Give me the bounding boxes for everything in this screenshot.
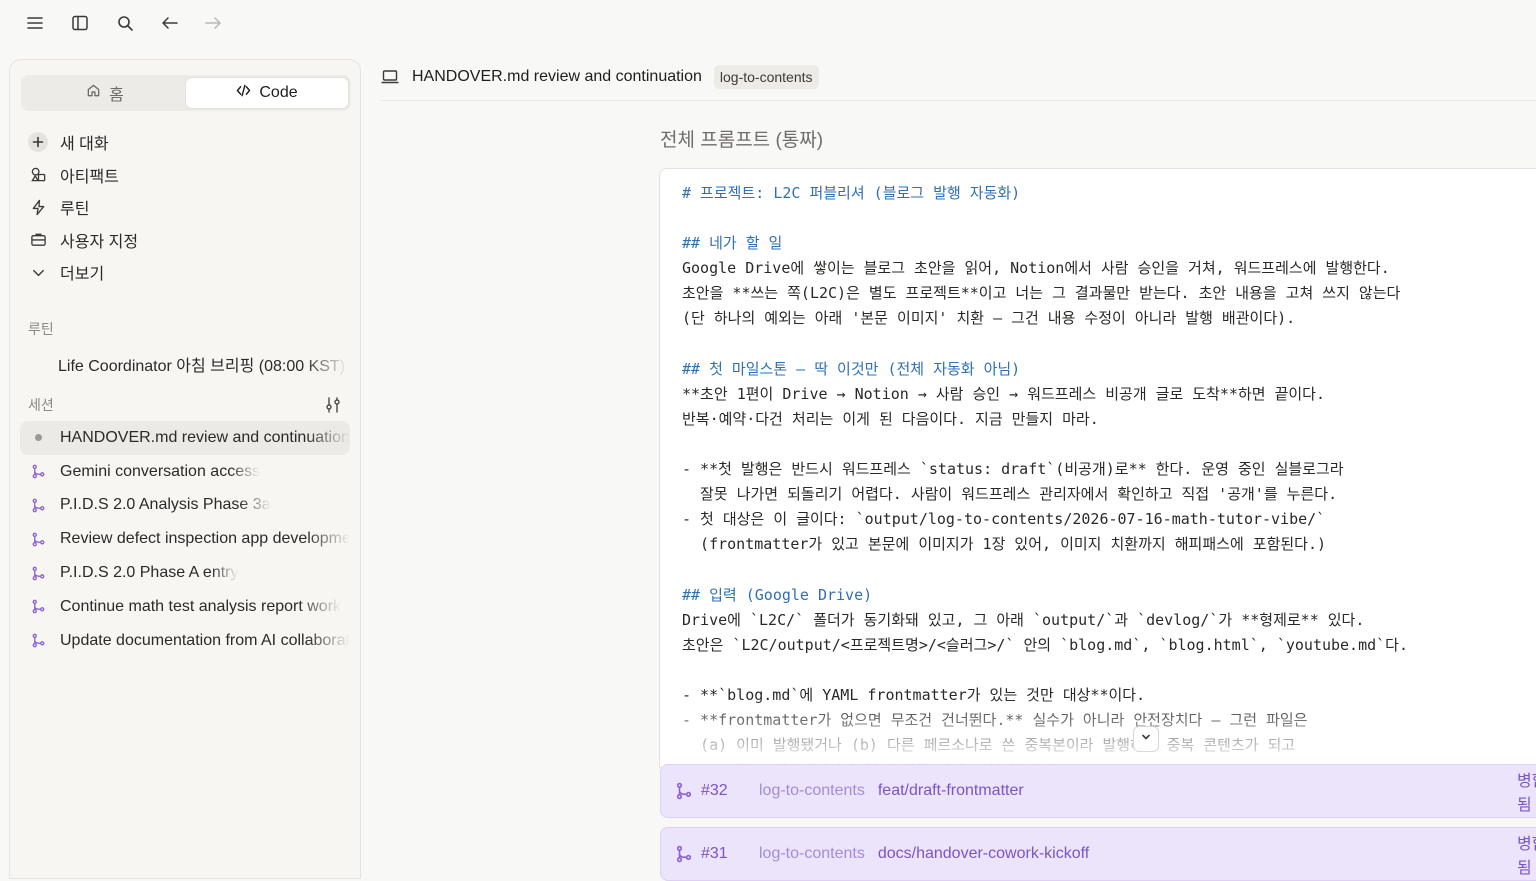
sidebar-toggle-icon[interactable]	[65, 8, 95, 38]
sidebar: 홈 Code 새 대화 아티팩트 루틴 사용자 지정 더보기 루틴 Life C…	[9, 59, 361, 879]
branch-icon	[30, 497, 46, 513]
scroll-fade	[660, 697, 1536, 767]
prompt-line	[682, 658, 1408, 683]
pr-number: #31	[701, 845, 728, 862]
session-list: HANDOVER.md review and continuation Gemi…	[20, 421, 350, 658]
code-icon	[236, 83, 251, 103]
prompt-heading-line: ## 입력 (Google Drive)	[682, 585, 873, 604]
mode-home-button[interactable]: 홈	[24, 78, 186, 108]
prompt-line: Google Drive에 쌓이는 블로그 초안을 읽어, Notion에서 사…	[682, 259, 1390, 278]
prompt-line: Drive에 `L2C/` 폴더가 동기화돼 있고, 그 아래 `output/…	[682, 610, 1365, 629]
prompt-heading: 전체 프롬프트 (통짜)	[660, 130, 824, 151]
session-header: HANDOVER.md review and continuation log-…	[380, 60, 819, 94]
session-item[interactable]: Update documentation from AI collaborati…	[20, 624, 350, 658]
mode-switch: 홈 Code	[21, 75, 351, 111]
briefcase-icon	[28, 230, 48, 250]
search-icon[interactable]	[110, 8, 140, 38]
prompt-code-block[interactable]: # 프로젝트: L2C 퍼블리셔 (블로그 발행 자동화) ## 네가 할 일 Go…	[659, 168, 1536, 768]
prompt-heading-line: # 프로젝트: L2C 퍼블리셔 (블로그 발행 자동화)	[682, 184, 1021, 202]
sidebar-item-routines[interactable]: 루틴	[24, 191, 348, 224]
session-title: P.I.D.S 2.0 Phase A entry	[60, 564, 239, 582]
prompt-heading-line: ## 첫 마일스톤 — 딱 이것만 (전체 자동화 아님)	[682, 359, 1021, 378]
session-item[interactable]: Continue math test analysis report work	[20, 590, 350, 624]
prompt-line: 초안을 **쓰는 쪽(L2C)은 별도 프로젝트**이고 너는 그 결과물만 받…	[682, 284, 1401, 303]
pull-request-card[interactable]: #31 log-to-contents docs/handover-cowork…	[660, 827, 1536, 881]
scroll-down-button[interactable]	[1133, 726, 1159, 752]
lightning-icon	[28, 197, 48, 217]
chevron-down-icon	[28, 262, 48, 282]
sidebar-item-label: 새 대화	[60, 136, 109, 154]
filter-icon[interactable]	[324, 396, 344, 416]
prompt-line: (단 하나의 예외는 아래 '본문 이미지' 치환 — 그건 내용 수정이 아니…	[682, 309, 1296, 328]
sessions-section-label: 세션	[28, 397, 54, 413]
sidebar-item-label: 사용자 지정	[60, 233, 139, 251]
branch-icon	[30, 599, 46, 615]
sidebar-item-customize[interactable]: 사용자 지정	[24, 224, 348, 257]
session-title: Continue math test analysis report work	[60, 597, 342, 615]
prompt-line	[682, 332, 1408, 357]
sidebar-nav: 새 대화 아티팩트 루틴 사용자 지정 더보기	[24, 126, 348, 289]
session-item[interactable]: P.I.D.S 2.0 Phase A entry	[20, 556, 350, 590]
mode-code-label: Code	[259, 84, 298, 101]
home-icon	[86, 83, 101, 103]
session-title: Gemini conversation access	[60, 462, 261, 480]
plus-icon	[28, 132, 48, 153]
sidebar-item-new-chat[interactable]: 새 대화	[24, 126, 348, 159]
pr-repo: log-to-contents	[759, 845, 865, 862]
branch-icon	[30, 464, 46, 480]
session-title: P.I.D.S 2.0 Analysis Phase 3a	[60, 496, 271, 514]
pr-branch: feat/draft-frontmatter	[877, 782, 1024, 799]
pr-branch: docs/handover-cowork-kickoff	[877, 845, 1090, 862]
sidebar-item-label: 더보기	[60, 266, 105, 284]
branch-icon	[30, 633, 46, 649]
menu-icon[interactable]	[20, 8, 50, 38]
routines-section-label: 루틴	[28, 321, 54, 337]
prompt-line: 반복·예약·다건 처리는 이게 된 다음이다. 지금 만들지 마라.	[682, 409, 1099, 428]
artifacts-icon	[28, 165, 48, 185]
repo-badge[interactable]: log-to-contents	[713, 65, 819, 89]
pull-request-icon	[675, 845, 693, 863]
status-dot-icon	[30, 430, 46, 446]
session-title: Update documentation from AI collaborati…	[60, 631, 350, 649]
header-divider	[380, 100, 1536, 101]
session-item[interactable]: Gemini conversation access	[20, 455, 350, 489]
laptop-icon	[380, 67, 400, 87]
top-bar	[0, 0, 1536, 46]
chevron-down-icon	[1140, 730, 1152, 748]
prompt-line: (frontmatter가 있고 본문에 이미지가 1장 있어, 이미지 치환까…	[682, 535, 1327, 554]
session-title: Review defect inspection app development	[60, 530, 350, 548]
pull-request-card[interactable]: #32 log-to-contents feat/draft-frontmatt…	[660, 764, 1536, 818]
prompt-line: - 첫 대상은 이 글이다: `output/log-to-contents/2…	[682, 510, 1326, 529]
pull-request-icon	[675, 782, 693, 800]
prompt-line	[682, 557, 1408, 582]
sidebar-item-more[interactable]: 더보기	[24, 256, 348, 289]
branch-icon	[30, 531, 46, 547]
session-title-heading: HANDOVER.md review and continuation	[412, 68, 702, 85]
prompt-line: 초안은 `L2C/output/<프로젝트명>/<슬러그>/` 안의 `blog…	[682, 635, 1409, 654]
sidebar-item-label: 루틴	[60, 201, 90, 219]
session-item[interactable]: Review defect inspection app development	[20, 522, 350, 556]
back-arrow-icon[interactable]	[155, 8, 185, 38]
prompt-heading-line: ## 네가 할 일	[682, 234, 783, 253]
prompt-line: **초안 1편이 Drive → Notion → 사람 승인 → 워드프레스 …	[682, 384, 1326, 403]
pr-repo: log-to-contents	[759, 782, 865, 799]
pr-number: #32	[701, 782, 728, 799]
mode-code-button[interactable]: Code	[186, 78, 348, 108]
pr-status: 병합됨	[1517, 836, 1536, 877]
prompt-line: - **첫 발행은 반드시 워드프레스 `status: draft`(비공개)…	[682, 460, 1344, 479]
sidebar-item-artifacts[interactable]: 아티팩트	[24, 159, 348, 192]
prompt-text: # 프로젝트: L2C 퍼블리셔 (블로그 발행 자동화) ## 네가 할 일 Go…	[682, 181, 1409, 767]
prompt-line: 잘못 나가면 되돌리기 어렵다. 사람이 워드프레스 관리자에서 확인하고 직접…	[682, 485, 1338, 504]
forward-arrow-icon[interactable]	[198, 8, 228, 38]
session-item[interactable]: P.I.D.S 2.0 Analysis Phase 3a	[20, 489, 350, 523]
session-title: HANDOVER.md review and continuation	[60, 428, 350, 446]
branch-icon	[30, 565, 46, 581]
prompt-line	[682, 206, 1408, 231]
prompt-line	[682, 432, 1408, 457]
session-item[interactable]: HANDOVER.md review and continuation	[20, 421, 350, 455]
routine-item[interactable]: Life Coordinator 아침 브리핑 (08:00 KST)	[58, 352, 348, 376]
mode-home-label: 홈	[109, 87, 124, 104]
sidebar-item-label: 아티팩트	[60, 168, 119, 186]
pr-status: 병합됨	[1517, 773, 1536, 814]
